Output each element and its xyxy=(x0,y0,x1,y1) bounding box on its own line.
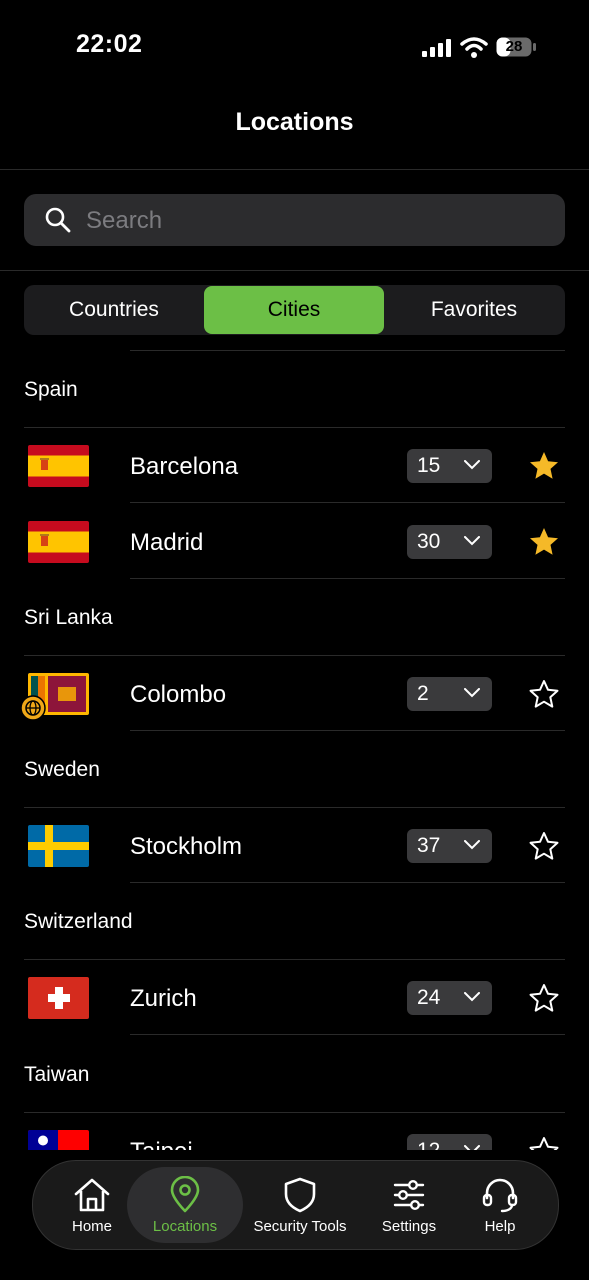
location-pin-icon xyxy=(170,1175,200,1212)
favorite-star-outline-icon[interactable] xyxy=(528,982,560,1014)
tab-locations-label: Locations xyxy=(152,1217,218,1235)
tab-cities[interactable]: Cities xyxy=(204,286,384,334)
city-name: Colombo xyxy=(130,681,227,708)
chevron-down-icon xyxy=(464,840,480,850)
headset-icon xyxy=(482,1178,518,1212)
chevron-down-icon xyxy=(464,688,480,698)
tab-settings-label: Settings xyxy=(381,1217,437,1235)
city-name: Madrid xyxy=(130,529,204,556)
server-count-dropdown[interactable]: 37 xyxy=(407,829,492,863)
favorite-star-outline-icon[interactable] xyxy=(528,678,560,710)
city-name: Barcelona xyxy=(130,453,239,480)
row-divider xyxy=(130,578,565,579)
section-header-sweden: Sweden xyxy=(24,758,100,781)
search-icon xyxy=(45,207,71,233)
city-name: Zurich xyxy=(130,985,197,1012)
section-header-spain: Spain xyxy=(24,378,78,401)
bottom-tab-bar: Home Locations Security Tools Settings H… xyxy=(32,1160,559,1250)
section-divider xyxy=(24,427,565,428)
section-divider xyxy=(24,959,565,960)
globe-badge-icon xyxy=(20,695,46,721)
server-count-dropdown[interactable]: 30 xyxy=(407,525,492,559)
tab-security-tools[interactable]: Security Tools xyxy=(241,1161,359,1249)
sliders-icon xyxy=(393,1179,425,1210)
tab-help[interactable]: Help xyxy=(453,1161,547,1249)
tab-favorites[interactable]: Favorites xyxy=(384,286,564,334)
section-header-taiwan: Taiwan xyxy=(24,1063,90,1086)
favorite-star-outline-icon[interactable] xyxy=(528,830,560,862)
tab-settings[interactable]: Settings xyxy=(359,1161,459,1249)
row-divider xyxy=(130,1034,565,1035)
server-count-dropdown[interactable]: 12 xyxy=(407,1134,492,1150)
spain-flag-icon xyxy=(28,521,89,563)
page-title: Locations xyxy=(235,108,354,136)
section-divider xyxy=(24,1112,565,1113)
row-divider xyxy=(130,730,565,731)
switzerland-flag-icon xyxy=(28,977,89,1019)
row-divider xyxy=(130,502,565,503)
section-header-sri-lanka: Sri Lanka xyxy=(24,606,113,629)
city-name: Stockholm xyxy=(130,833,243,860)
server-count-dropdown[interactable]: 2 xyxy=(407,677,492,711)
battery-icon: 28 xyxy=(496,37,536,57)
server-count-dropdown[interactable]: 15 xyxy=(407,449,492,483)
header-divider xyxy=(0,169,589,170)
shield-icon xyxy=(284,1177,316,1212)
city-name: Taipei xyxy=(130,1138,193,1150)
section-divider xyxy=(24,807,565,808)
search-input[interactable] xyxy=(84,202,548,240)
chevron-down-icon xyxy=(464,460,480,470)
favorite-star-filled-icon[interactable] xyxy=(528,526,560,558)
cellular-signal-icon xyxy=(422,39,451,57)
chevron-down-icon xyxy=(464,1145,480,1150)
favorite-star-outline-icon[interactable] xyxy=(528,1135,560,1150)
server-count: 15 xyxy=(417,454,441,477)
server-count: 12 xyxy=(417,1139,440,1150)
location-type-segmented-control: Countries Cities Favorites xyxy=(24,285,565,335)
chevron-down-icon xyxy=(464,536,480,546)
tab-security-tools-label: Security Tools xyxy=(253,1217,347,1235)
cities-list[interactable]: Spain Barcelona 15 Madrid 30 Sri Lanka C… xyxy=(0,350,589,1150)
row-divider xyxy=(130,350,565,351)
taiwan-flag-icon xyxy=(28,1130,89,1150)
spain-flag-icon xyxy=(28,445,89,487)
server-count: 2 xyxy=(417,682,429,705)
tab-countries[interactable]: Countries xyxy=(24,286,204,334)
server-count: 24 xyxy=(417,986,441,1009)
wifi-icon xyxy=(460,37,488,58)
status-bar: 22:02 28 xyxy=(0,0,589,96)
tab-help-label: Help xyxy=(484,1217,516,1235)
search-bar[interactable] xyxy=(24,194,565,246)
section-divider xyxy=(24,655,565,656)
home-icon xyxy=(74,1178,110,1211)
server-count: 37 xyxy=(417,834,441,857)
server-count: 30 xyxy=(417,530,441,553)
section-header-switzerland: Switzerland xyxy=(24,910,133,933)
favorite-star-filled-icon[interactable] xyxy=(528,450,560,482)
sweden-flag-icon xyxy=(28,825,89,867)
server-count-dropdown[interactable]: 24 xyxy=(407,981,492,1015)
tab-locations[interactable]: Locations xyxy=(127,1161,243,1249)
search-divider xyxy=(0,270,589,271)
status-time: 22:02 xyxy=(76,30,143,58)
row-divider xyxy=(130,882,565,883)
tab-home-label: Home xyxy=(71,1217,112,1235)
battery-level: 28 xyxy=(505,38,523,55)
chevron-down-icon xyxy=(464,992,480,1002)
